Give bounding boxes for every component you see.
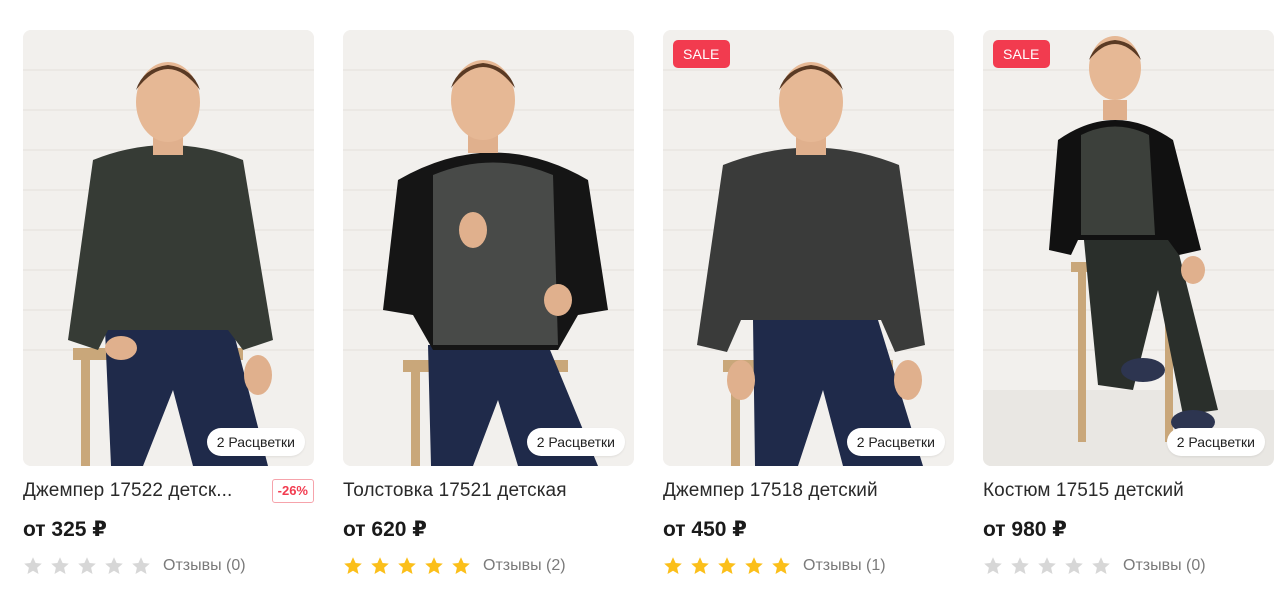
star-icon bbox=[664, 557, 682, 574]
star-icon bbox=[425, 557, 443, 574]
product-price: от 450 ₽ bbox=[663, 518, 747, 541]
star-icon bbox=[691, 557, 709, 574]
star-icon bbox=[398, 557, 416, 574]
star-icon bbox=[105, 557, 123, 574]
star-icon bbox=[1038, 557, 1056, 574]
product-price: от 980 ₽ bbox=[983, 518, 1067, 541]
star-rating bbox=[23, 556, 151, 576]
reviews-link[interactable]: Отзывы (2) bbox=[483, 557, 566, 575]
star-icon bbox=[1065, 557, 1083, 574]
star-rating bbox=[983, 556, 1111, 576]
discount-badge: -26% bbox=[271, 479, 314, 503]
star-rating bbox=[663, 556, 791, 576]
star-icon bbox=[344, 557, 362, 574]
rating-row: Отзывы (0) bbox=[23, 554, 246, 578]
product-image[interactable]: 2 Расцветки bbox=[23, 30, 314, 466]
colors-count-badge[interactable]: 2 Расцветки bbox=[846, 428, 945, 456]
rating-row: Отзывы (0) bbox=[983, 554, 1206, 578]
sale-badge: SALE bbox=[993, 40, 1050, 68]
product-grid: 2 Расцветки Джемпер 17522 детск... -26% … bbox=[23, 30, 1274, 590]
star-icon bbox=[24, 557, 42, 574]
product-card[interactable]: SALE 2 Расцветки Джемпер 17518 детский о… bbox=[663, 30, 954, 590]
product-card[interactable]: 2 Расцветки Джемпер 17522 детск... -26% … bbox=[23, 30, 314, 590]
product-title[interactable]: Толстовка 17521 детская bbox=[343, 480, 634, 502]
colors-count-badge[interactable]: 2 Расцветки bbox=[526, 428, 625, 456]
product-card[interactable]: SALE 2 Расцветки Костюм 17515 детский от… bbox=[983, 30, 1274, 590]
star-icon bbox=[772, 557, 790, 574]
reviews-link[interactable]: Отзывы (1) bbox=[803, 557, 886, 575]
colors-count-badge[interactable]: 2 Расцветки bbox=[1166, 428, 1265, 456]
product-image[interactable]: SALE 2 Расцветки bbox=[663, 30, 954, 466]
product-image[interactable]: SALE 2 Расцветки bbox=[983, 30, 1274, 466]
product-title[interactable]: Джемпер 17518 детский bbox=[663, 480, 954, 502]
rating-row: Отзывы (2) bbox=[343, 554, 566, 578]
reviews-link[interactable]: Отзывы (0) bbox=[163, 557, 246, 575]
product-image[interactable]: 2 Расцветки bbox=[343, 30, 634, 466]
star-icon bbox=[1092, 557, 1110, 574]
sale-badge: SALE bbox=[673, 40, 730, 68]
star-icon bbox=[51, 557, 69, 574]
reviews-link[interactable]: Отзывы (0) bbox=[1123, 557, 1206, 575]
star-icon bbox=[78, 557, 96, 574]
star-icon bbox=[1011, 557, 1029, 574]
star-icon bbox=[718, 557, 736, 574]
star-icon bbox=[132, 557, 150, 574]
product-card[interactable]: 2 Расцветки Толстовка 17521 детская от 6… bbox=[343, 30, 634, 590]
star-icon bbox=[984, 557, 1002, 574]
star-icon bbox=[371, 557, 389, 574]
star-icon bbox=[745, 557, 763, 574]
title-row: Джемпер 17518 детский bbox=[663, 476, 954, 506]
star-icon bbox=[452, 557, 470, 574]
product-price: от 620 ₽ bbox=[343, 518, 427, 541]
product-title[interactable]: Костюм 17515 детский bbox=[983, 480, 1274, 502]
title-row: Толстовка 17521 детская bbox=[343, 476, 634, 506]
title-row: Джемпер 17522 детск... -26% bbox=[23, 476, 314, 506]
product-price: от 325 ₽ bbox=[23, 518, 107, 541]
rating-row: Отзывы (1) bbox=[663, 554, 886, 578]
star-rating bbox=[343, 556, 471, 576]
colors-count-badge[interactable]: 2 Расцветки bbox=[206, 428, 305, 456]
title-row: Костюм 17515 детский bbox=[983, 476, 1274, 506]
product-title[interactable]: Джемпер 17522 детск... bbox=[23, 480, 260, 502]
